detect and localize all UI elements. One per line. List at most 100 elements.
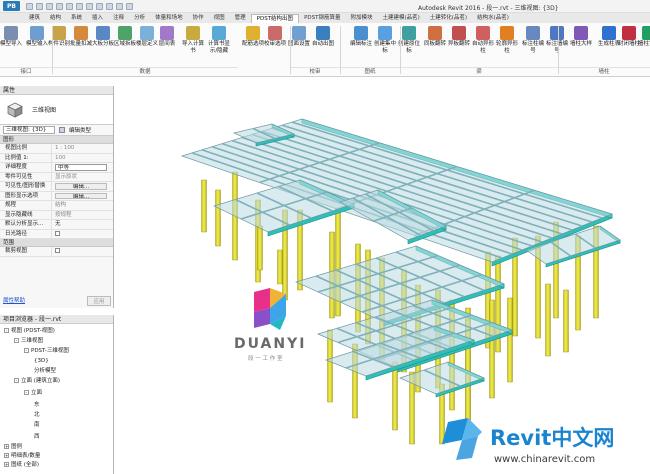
text-icon[interactable] bbox=[86, 2, 93, 10]
property-value[interactable]: 编辑... bbox=[55, 192, 107, 199]
ribbon-button-20[interactable]: 轮廓异形柱 bbox=[495, 26, 519, 64]
ribbon-icon-18 bbox=[452, 26, 466, 40]
crop-view-checkbox[interactable] bbox=[55, 248, 60, 253]
ribbon-icon-22 bbox=[550, 26, 564, 40]
tab-14[interactable]: 土建转化(品茗) bbox=[425, 14, 472, 23]
tree-node[interactable]: - 立面 bbox=[24, 390, 42, 397]
tree-node[interactable]: - 视图 (PDST-视图) bbox=[4, 328, 55, 335]
tree-node[interactable]: 西 bbox=[34, 434, 40, 441]
property-key: 详细程度 bbox=[0, 163, 52, 172]
revit-window: PB Autodesk Revit 2016 - 段一.rvt - 三维视图: … bbox=[0, 0, 650, 474]
collapse-icon[interactable]: - bbox=[24, 348, 29, 353]
redo-icon[interactable] bbox=[56, 2, 63, 10]
ribbon-label-19: 自动异形柱 bbox=[471, 41, 494, 54]
tab-3[interactable]: 插入 bbox=[87, 14, 108, 23]
tree-node[interactable]: 北 bbox=[34, 412, 40, 419]
column bbox=[257, 225, 263, 271]
sun-path-checkbox[interactable] bbox=[55, 230, 60, 236]
ribbon-icon-13 bbox=[316, 26, 330, 40]
ribbon-button-19[interactable]: 自动异形柱 bbox=[471, 26, 495, 64]
apply-button[interactable]: 应用 bbox=[87, 296, 111, 306]
tree-node[interactable]: + 图纸 (全部) bbox=[4, 462, 39, 469]
tab-10[interactable]: PDST结构出图 bbox=[250, 14, 300, 23]
column bbox=[277, 249, 283, 285]
ribbon-button-21[interactable]: 标注柱编号 bbox=[521, 26, 545, 64]
drawing-canvas[interactable]: DUANYI 段 一 工 作 室 Revit中文网 www.chinarevit… bbox=[116, 78, 650, 474]
tree-node[interactable]: 南 bbox=[34, 422, 40, 429]
tab-6[interactable]: 体量和场地 bbox=[150, 14, 188, 23]
ribbon-button-14[interactable]: 编辑标注 bbox=[349, 26, 373, 64]
ribbon-button-13[interactable]: 自动出图 bbox=[311, 26, 335, 64]
section-icon[interactable] bbox=[106, 2, 113, 10]
tab-1[interactable]: 结构 bbox=[45, 14, 66, 23]
tab-11[interactable]: PDST钢筋算量 bbox=[299, 14, 345, 23]
save-icon[interactable] bbox=[36, 2, 43, 10]
thin-lines-icon[interactable] bbox=[116, 2, 123, 10]
ribbon-button-26[interactable]: 墙柱设置 bbox=[637, 26, 650, 64]
tab-15[interactable]: 结构水(品茗) bbox=[472, 14, 514, 23]
measure-icon[interactable] bbox=[76, 2, 83, 10]
close-hidden-icon[interactable] bbox=[126, 2, 133, 10]
print-icon[interactable] bbox=[66, 2, 73, 10]
expand-icon[interactable]: + bbox=[4, 462, 9, 467]
tab-12[interactable]: 附加模块 bbox=[345, 14, 377, 23]
ribbon-label-9: 计算书显示/隐藏 bbox=[207, 41, 230, 54]
ribbon-button-0[interactable]: 模型导入 bbox=[0, 26, 23, 64]
tree-node-label: 立面 bbox=[31, 390, 43, 396]
tab-5[interactable]: 分析 bbox=[129, 14, 150, 23]
tab-9[interactable]: 管理 bbox=[230, 14, 251, 23]
panel-separator bbox=[340, 26, 341, 74]
ribbon-button-8[interactable]: 导入计算书 bbox=[181, 26, 205, 64]
ribbon-panel-5: 墙柱 bbox=[558, 67, 650, 76]
collapse-icon[interactable]: - bbox=[14, 378, 19, 383]
open-icon[interactable] bbox=[26, 2, 33, 10]
tab-4[interactable]: 注释 bbox=[108, 14, 129, 23]
edit-type-button[interactable]: 编辑类型 bbox=[69, 126, 91, 134]
ribbon-icon-4 bbox=[96, 26, 110, 40]
3d-view-icon[interactable] bbox=[96, 2, 103, 10]
tab-13[interactable]: 土建建模(品茗) bbox=[377, 14, 424, 23]
property-key: 默认分析显示... bbox=[0, 220, 52, 229]
collapse-icon[interactable]: - bbox=[14, 338, 19, 343]
tree-node[interactable]: - PDST-三维视图 bbox=[24, 348, 69, 355]
properties-help-link[interactable]: 属性帮助 bbox=[3, 296, 25, 306]
tree-node[interactable]: + 明细表/数量 bbox=[4, 453, 40, 460]
property-value[interactable]: 无 bbox=[52, 220, 113, 229]
ribbon-button-17[interactable]: 同板翻转 bbox=[423, 26, 447, 64]
property-value[interactable]: 编辑... bbox=[55, 183, 107, 190]
tab-7[interactable]: 协作 bbox=[188, 14, 209, 23]
tab-8[interactable]: 视图 bbox=[209, 14, 230, 23]
tree-node[interactable]: {3D} bbox=[34, 358, 49, 365]
collapse-icon[interactable]: - bbox=[24, 390, 29, 395]
tree-node-label: 三维视图 bbox=[21, 338, 44, 344]
app-menu-button[interactable]: PB bbox=[3, 1, 20, 11]
tree-node-label: 视图 (PDST-视图) bbox=[11, 328, 55, 334]
ribbon-label-11: 校审选项 bbox=[263, 41, 286, 47]
group-graphics[interactable]: 图形 bbox=[0, 136, 113, 144]
ribbon-button-15[interactable]: 创建集中标 bbox=[373, 26, 397, 64]
property-key: 视图比例 bbox=[0, 144, 52, 153]
revit-site-name: Revit中文网 bbox=[490, 426, 615, 450]
ribbon-button-18[interactable]: 异板翻转 bbox=[447, 26, 471, 64]
tree-node[interactable]: 分析模型 bbox=[34, 368, 56, 375]
tab-0[interactable]: 建筑 bbox=[24, 14, 45, 23]
type-selector[interactable]: 三维视图 bbox=[0, 95, 113, 125]
expand-icon[interactable]: + bbox=[4, 444, 9, 449]
undo-icon[interactable] bbox=[46, 2, 53, 10]
tree-node[interactable]: + 图例 bbox=[4, 444, 22, 451]
tree-node[interactable]: - 三维视图 bbox=[14, 338, 43, 345]
ribbon-button-9[interactable]: 计算书显示/隐藏 bbox=[207, 26, 231, 64]
tree-node[interactable]: - 立面 (建筑立面) bbox=[14, 378, 60, 385]
collapse-icon[interactable]: - bbox=[4, 328, 9, 333]
tree-node[interactable]: 东 bbox=[34, 402, 40, 409]
tab-2[interactable]: 系统 bbox=[66, 14, 87, 23]
ribbon-button-7[interactable]: 层间表 bbox=[155, 26, 179, 64]
ribbon-button-11[interactable]: 校审选项 bbox=[263, 26, 287, 64]
property-value[interactable]: 中等 bbox=[55, 164, 107, 171]
ribbon-button-23[interactable]: 墙柱大样 bbox=[569, 26, 593, 64]
ribbon-button-22[interactable]: 标注墙编号 bbox=[545, 26, 569, 64]
ribbon-icon-3 bbox=[74, 26, 88, 40]
instance-selector[interactable]: 三维视图: {3D} bbox=[3, 126, 55, 134]
group-range[interactable]: 范围 bbox=[0, 239, 113, 247]
expand-icon[interactable]: + bbox=[4, 453, 9, 458]
